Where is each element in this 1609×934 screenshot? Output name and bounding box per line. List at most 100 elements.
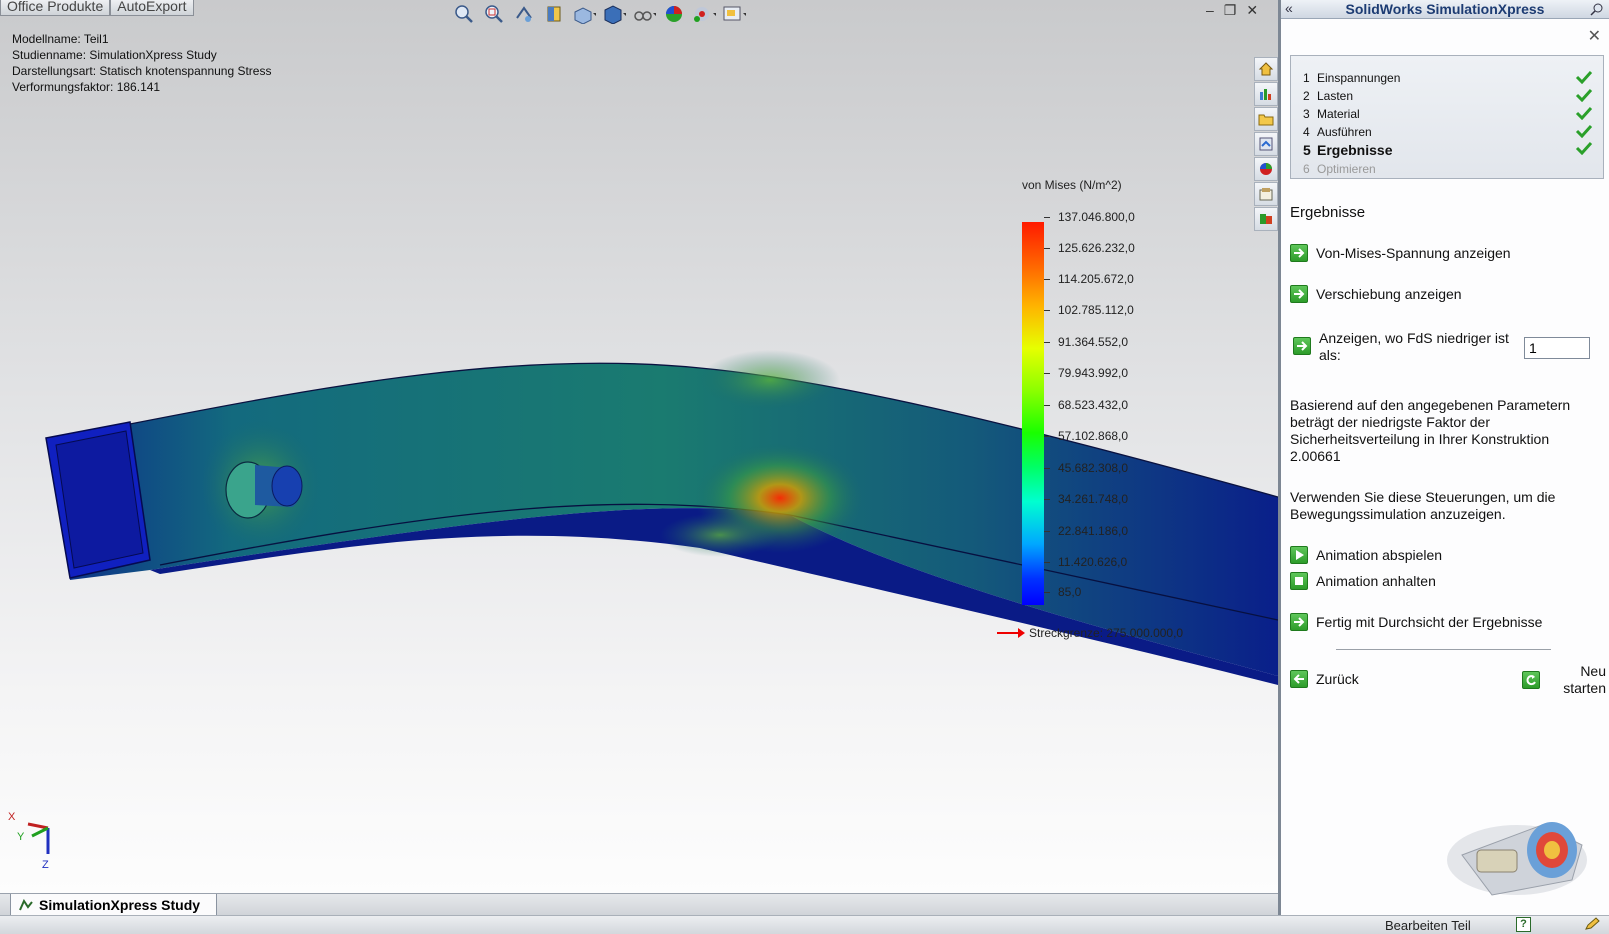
yield-strength-text: Streckgrenze: 275.000.000,0	[1029, 626, 1184, 640]
legend-label: 22.841.186,0	[1044, 524, 1128, 538]
triad-x-label: X	[8, 811, 16, 823]
restart-icon	[1522, 671, 1540, 689]
step-item-active[interactable]: 5 Ergebnisse	[1303, 141, 1593, 158]
view-orientation-icon[interactable]	[572, 3, 596, 25]
back-link[interactable]: Zurück	[1290, 670, 1359, 688]
minimize-icon[interactable]: –	[1206, 2, 1214, 19]
step-item-disabled: 6 Optimieren	[1303, 162, 1376, 176]
arrow-right-icon	[1293, 337, 1311, 355]
plot-type-text: Darstellungsart: Statisch knotenspannung…	[12, 64, 272, 78]
heads-up-toolbar	[452, 3, 746, 25]
autoexport-tab[interactable]: AutoExport	[110, 0, 194, 16]
previous-view-icon[interactable]	[512, 3, 536, 25]
check-icon	[1575, 124, 1593, 138]
show-displacement-link[interactable]: Verschiebung anzeigen	[1290, 285, 1462, 303]
check-icon	[1575, 70, 1593, 84]
pin-icon[interactable]	[1589, 1, 1605, 17]
resources-icon[interactable]	[1254, 82, 1278, 106]
arrow-right-icon	[1290, 613, 1308, 631]
study-tab[interactable]: SimulationXpress Study	[10, 894, 218, 916]
window-controls: – ❐ ✕	[1206, 2, 1258, 19]
legend-label: 11.420.626,0	[1044, 555, 1127, 569]
divider	[1336, 649, 1551, 650]
study-icon	[19, 898, 33, 910]
legend-label: 102.785.112,0	[1044, 303, 1134, 317]
simulationxpress-icon[interactable]	[1254, 207, 1278, 231]
status-text: Bearbeiten Teil	[1385, 918, 1471, 933]
show-vonmises-link[interactable]: Von-Mises-Spannung anzeigen	[1290, 244, 1511, 262]
view-settings-icon[interactable]	[722, 3, 746, 25]
check-icon	[1575, 106, 1593, 120]
check-icon	[1575, 141, 1593, 155]
custom-properties-icon[interactable]	[1254, 182, 1278, 206]
stop-animation-link[interactable]: Animation anhalten	[1290, 572, 1436, 590]
section-title: Ergebnisse	[1290, 204, 1366, 221]
model-info: Modellname: Teil1 Studienname: Simulatio…	[12, 31, 271, 95]
fos-threshold-input[interactable]	[1524, 337, 1590, 359]
triad-z-label: Z	[42, 859, 49, 870]
restore-icon[interactable]: ❐	[1224, 2, 1237, 19]
arrow-right-icon	[1290, 285, 1308, 303]
legend-label: 68.523.432,0	[1044, 398, 1128, 412]
result-text: Basierend auf den angegebenen Parametern…	[1290, 397, 1571, 464]
study-name-text: Studienname: SimulationXpress Study	[12, 48, 217, 62]
stress-color-scale	[1022, 222, 1044, 605]
step-item[interactable]: 4 Ausführen	[1303, 124, 1593, 139]
restart-link[interactable]: Neu starten	[1522, 663, 1606, 697]
edit-appearance-icon[interactable]	[662, 3, 686, 25]
reference-triad: X Y Z	[8, 811, 50, 870]
show-fos-link[interactable]: Anzeigen, wo FdS niedriger ist als:	[1293, 330, 1519, 364]
workflow-steps: 1 Einspannungen 2 Lasten 3 Material 4 Ausfüh…	[1290, 55, 1604, 179]
hide-show-items-icon[interactable]	[632, 3, 656, 25]
close-panel-icon[interactable]: ✕	[1588, 26, 1601, 46]
status-bar: Bearbeiten Teil ?	[0, 915, 1609, 934]
legend-label: 34.261.748,0	[1044, 492, 1128, 506]
zoom-to-fit-icon[interactable]	[452, 3, 476, 25]
help-icon[interactable]: ?	[1516, 917, 1531, 932]
office-tabs: Office Produkte AutoExport	[0, 0, 194, 16]
legend-label: 57.102.868,0	[1044, 429, 1128, 443]
legend-title: von Mises (N/m^2)	[1022, 178, 1122, 192]
yield-strength-indicator: Streckgrenze: 275.000.000,0	[997, 626, 1183, 640]
arrow-left-icon	[1290, 670, 1308, 688]
legend-label: 114.205.672,0	[1044, 272, 1134, 286]
task-pane-tabs	[1254, 57, 1278, 231]
close-window-icon[interactable]: ✕	[1246, 2, 1258, 19]
open-folder-icon[interactable]	[1254, 107, 1278, 131]
display-style-icon[interactable]	[602, 3, 626, 25]
legend-label: 91.364.552,0	[1044, 335, 1128, 349]
stress-plot-model[interactable]	[0, 0, 1278, 893]
stop-icon	[1290, 572, 1308, 590]
model-name-text: Modellname: Teil1	[12, 32, 109, 46]
legend-label: 85,0	[1044, 585, 1081, 599]
step-item[interactable]: 3 Material	[1303, 106, 1593, 121]
legend-label: 137.046.800,0	[1044, 210, 1135, 224]
panel-title-bar: « SolidWorks SimulationXpress	[1281, 0, 1609, 19]
simulationxpress-illustration	[1447, 822, 1587, 896]
view-palette-icon[interactable]	[1254, 132, 1278, 156]
play-animation-link[interactable]: Animation abspielen	[1290, 546, 1442, 564]
zoom-area-icon[interactable]	[482, 3, 506, 25]
step-item[interactable]: 2 Lasten	[1303, 88, 1593, 103]
panel-title: SolidWorks SimulationXpress	[1345, 1, 1545, 17]
legend-label: 79.943.992,0	[1044, 366, 1128, 380]
arrow-right-icon	[1290, 244, 1308, 262]
graphics-area[interactable]: Office Produkte AutoExport Modellname: T…	[0, 0, 1278, 893]
edit-pen-icon[interactable]	[1584, 917, 1600, 931]
check-icon	[1575, 88, 1593, 102]
legend-label: 45.682.308,0	[1044, 461, 1128, 475]
yield-arrow-icon	[997, 628, 1025, 638]
home-icon[interactable]	[1254, 57, 1278, 81]
office-products-tab[interactable]: Office Produkte	[0, 0, 111, 16]
appearances-icon[interactable]	[1254, 157, 1278, 181]
legend-label: 125.626.232,0	[1044, 241, 1135, 255]
deformation-scale-text: Verformungsfaktor: 186.141	[12, 80, 161, 94]
play-icon	[1290, 546, 1308, 564]
animation-hint-text: Verwenden Sie diese Steuerungen, um die …	[1290, 489, 1556, 522]
step-item[interactable]: 1 Einspannungen	[1303, 70, 1593, 85]
study-tab-bar: SimulationXpress Study	[0, 893, 1278, 916]
done-reviewing-link[interactable]: Fertig mit Durchsicht der Ergebnisse	[1290, 613, 1542, 631]
apply-scene-icon[interactable]	[692, 3, 716, 25]
study-tab-label: SimulationXpress Study	[39, 896, 201, 913]
section-view-icon[interactable]	[542, 3, 566, 25]
